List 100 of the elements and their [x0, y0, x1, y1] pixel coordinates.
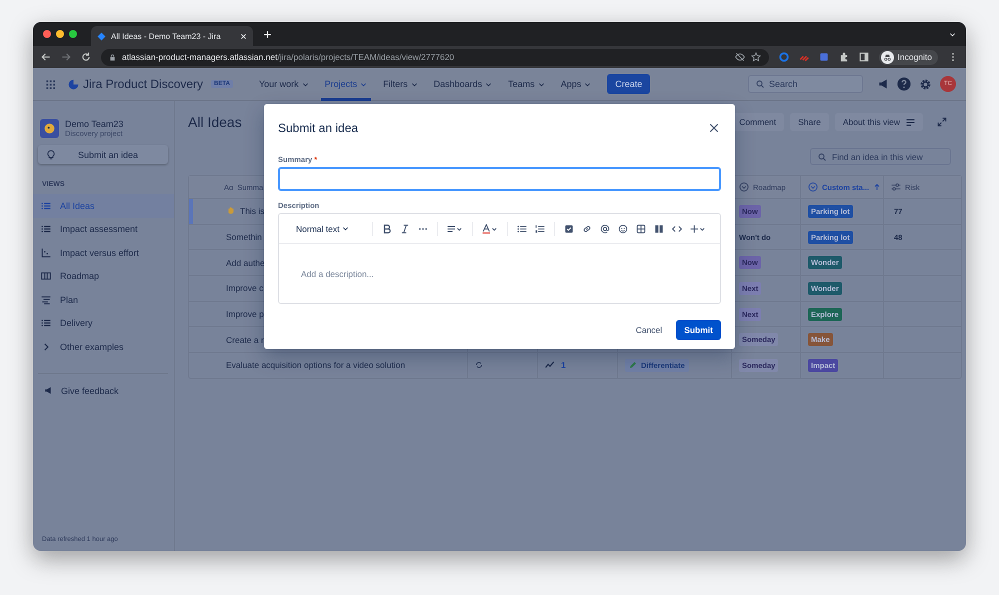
close-button[interactable] — [707, 121, 721, 135]
address-bar[interactable]: atlassian-product-managers.atlassian.net/jira/polaris/projects/TEAM/ideas/view/2777620 — [101, 48, 768, 66]
eye-slash-icon — [734, 52, 744, 62]
chevron-down-icon — [538, 80, 545, 88]
lightbulb-icon — [46, 150, 56, 160]
text-style-dropdown[interactable]: Normal text — [296, 224, 356, 234]
settings-icon — [919, 78, 932, 90]
code-icon — [672, 224, 682, 234]
star-icon — [750, 52, 760, 62]
puzzle-icon — [838, 52, 848, 62]
logo-icon — [68, 78, 79, 90]
close-icon — [240, 32, 247, 40]
checkbox-icon — [564, 224, 574, 234]
bold-icon — [382, 224, 392, 234]
nav-item[interactable]: Teams — [504, 68, 549, 100]
help-icon — [897, 77, 911, 91]
chevron-down-icon — [584, 80, 592, 88]
minimize-window-dot[interactable] — [56, 30, 64, 38]
sidebar-item[interactable]: Delivery — [33, 312, 174, 335]
incognito-icon — [882, 52, 892, 62]
plus-icon — [263, 30, 272, 38]
submit-idea-button[interactable]: Submit an idea — [38, 145, 168, 164]
plus-icon — [690, 224, 706, 234]
sidebar-item[interactable]: Impact versus effort — [33, 241, 174, 264]
list-icon — [41, 318, 51, 328]
browser-tab[interactable]: All Ideas - Demo Team23 - Jira — [91, 26, 253, 46]
lock-icon — [109, 54, 116, 60]
nav-item[interactable]: Projects — [320, 68, 372, 100]
profile-button[interactable]: Incognito — [878, 50, 938, 64]
sidebar-item[interactable]: Other examples — [33, 335, 174, 358]
toolbar-button[interactable]: About this view — [834, 113, 923, 131]
align-left-icon — [447, 224, 464, 234]
lines-icon — [906, 118, 915, 126]
chevron-down-icon — [360, 80, 368, 88]
pencil-icon — [629, 361, 637, 370]
nav-item[interactable]: Apps — [556, 68, 596, 100]
chevron-down-icon — [302, 80, 309, 88]
feedback-link[interactable]: Give feedback — [38, 386, 168, 396]
sidebar-item[interactable]: All Ideas — [33, 194, 174, 218]
submit-button[interactable]: Submit — [676, 320, 721, 340]
chart-axes-icon — [41, 248, 51, 258]
list-icon — [41, 224, 51, 234]
idea-summary[interactable]: Add authe — [226, 258, 265, 268]
chevron-circle-icon — [808, 182, 818, 192]
diamond-icon — [97, 32, 106, 40]
product-name[interactable]: Jira Product Discovery — [83, 77, 204, 91]
chevron-down-icon — [485, 80, 492, 88]
close-icon — [709, 123, 719, 133]
toolbar-button[interactable]: Share — [790, 113, 829, 131]
nav-item[interactable]: Dashboards — [430, 68, 496, 100]
page-title: All Ideas — [188, 114, 242, 130]
table-icon — [636, 224, 646, 234]
summary-field[interactable] — [278, 167, 721, 191]
megaphone-icon — [877, 78, 889, 90]
chevron-down-icon — [949, 30, 956, 38]
loop-icon — [475, 361, 483, 370]
close-window-dot[interactable] — [43, 30, 51, 38]
reload-icon — [81, 52, 91, 62]
sidebar-item[interactable]: Plan — [33, 288, 174, 312]
sidebar-item[interactable]: Roadmap — [33, 264, 174, 288]
bullet-list-icon — [517, 224, 528, 234]
numbered-list-icon — [535, 224, 546, 234]
emoji-icon — [618, 224, 628, 234]
sort-up-icon — [873, 183, 882, 191]
dialog-title: Submit an idea — [278, 121, 358, 135]
search-field[interactable]: Search — [748, 75, 863, 93]
search-icon — [818, 152, 826, 160]
create-button[interactable]: Create — [607, 74, 650, 94]
project-name: Demo Team23 — [65, 119, 124, 129]
sidebar-icon — [858, 52, 868, 62]
app-grid-icon — [45, 78, 56, 90]
idea-summary[interactable]: Improve p — [226, 309, 264, 320]
link-icon — [582, 224, 592, 234]
nav-item[interactable]: Your work — [254, 68, 313, 100]
timeline-icon — [41, 294, 51, 305]
chevron-circle-icon — [739, 182, 749, 192]
expand-icon — [937, 117, 947, 127]
zoom-window-dot[interactable] — [69, 30, 77, 38]
italic-icon — [400, 224, 410, 234]
mention-icon — [600, 224, 610, 234]
nav-item[interactable]: Filters — [379, 68, 422, 100]
columns-icon — [41, 271, 51, 282]
sliders-icon — [891, 182, 901, 192]
cancel-button[interactable]: Cancel — [630, 320, 668, 340]
text-color-icon — [482, 224, 498, 234]
impact-value: 1 — [561, 360, 566, 370]
list-icon — [41, 200, 51, 211]
idea-summary[interactable]: Somethin — [226, 232, 262, 242]
idea-summary[interactable]: Improve c — [226, 283, 264, 294]
idea-search-field[interactable]: Find an idea in this view — [810, 148, 951, 165]
waving-hand-icon — [226, 206, 236, 216]
forward-arrow-icon — [61, 52, 71, 62]
trend-icon — [545, 360, 555, 370]
sidebar-item[interactable]: Impact assessment — [33, 218, 174, 241]
chevron-down-icon — [410, 80, 418, 88]
idea-summary[interactable]: Create a r — [226, 334, 264, 345]
idea-summary[interactable]: Evaluate acquisition options for a video solution — [226, 360, 406, 370]
back-arrow-icon — [41, 52, 51, 62]
idea-summary[interactable]: This is — [240, 206, 265, 216]
megaphone-icon — [44, 386, 53, 395]
